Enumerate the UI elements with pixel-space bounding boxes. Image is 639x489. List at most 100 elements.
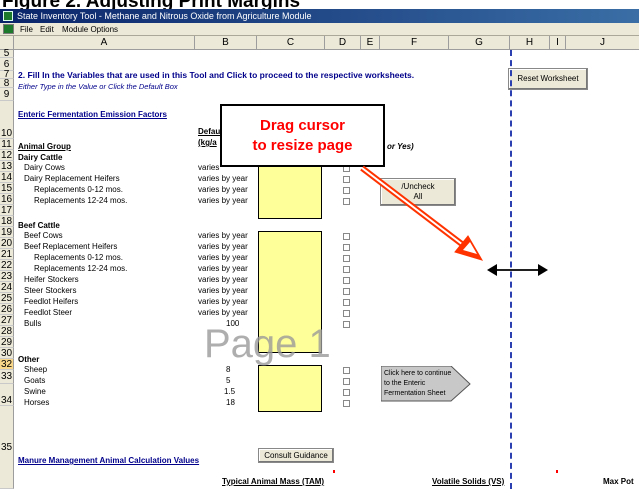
instructions-heading: 2. Fill In the Variables that are used i…	[18, 70, 415, 80]
row-header-21[interactable]: 21	[0, 249, 14, 260]
row-header-12[interactable]: 12	[0, 150, 14, 161]
row-header-27[interactable]: 27	[0, 315, 14, 326]
workbook-icon[interactable]	[3, 24, 14, 34]
row-header-17[interactable]: 17	[0, 205, 14, 216]
default-checkbox[interactable]	[343, 288, 350, 295]
group-other: Other	[18, 355, 40, 364]
default-checkbox[interactable]	[343, 389, 350, 396]
row-header-26[interactable]: 26	[0, 304, 14, 315]
row-header-23[interactable]: 23	[0, 271, 14, 282]
default-checkbox[interactable]	[343, 176, 350, 183]
col-animal-group-header: Animal Group	[18, 142, 71, 151]
menu-module-options[interactable]: Module Options	[62, 23, 118, 36]
row-header-19[interactable]: 19	[0, 227, 14, 238]
default-checkbox[interactable]	[343, 233, 350, 240]
default-checkbox[interactable]	[343, 244, 350, 251]
consult-guidance-button[interactable]: Consult Guidance	[258, 448, 334, 463]
comment-indicator	[556, 470, 558, 473]
default-value: varies by year	[198, 286, 248, 295]
check-button-line2: All	[413, 192, 423, 201]
col-header-h[interactable]: H	[510, 36, 550, 50]
row-header-9[interactable]: 9	[0, 88, 14, 101]
window-title: State Inventory Tool - Methane and Nitro…	[17, 11, 312, 21]
row-header-29[interactable]: 29	[0, 337, 14, 348]
animal-name: Replacements 12-24 mos.	[34, 264, 128, 273]
row-header-32[interactable]: 32	[0, 359, 14, 370]
row-header-11[interactable]: 11	[0, 139, 14, 150]
input-block-dairy[interactable]	[258, 163, 322, 219]
row-header-18[interactable]: 18	[0, 216, 14, 227]
default-value: varies by year	[198, 242, 248, 251]
row-header-28[interactable]: 28	[0, 326, 14, 337]
continue-line3: Fermentation Sheet	[384, 390, 446, 397]
animal-name: Replacements 0-12 mos.	[34, 185, 123, 194]
row-header-24[interactable]: 24	[0, 282, 14, 293]
default-checkbox[interactable]	[343, 310, 350, 317]
excel-app-icon	[3, 11, 13, 21]
row-header-14[interactable]: 14	[0, 172, 14, 183]
animal-name: Swine	[24, 387, 46, 396]
group-beef: Beef Cattle	[18, 221, 60, 230]
menu-edit[interactable]: Edit	[40, 23, 54, 36]
row-header-30[interactable]: 30	[0, 348, 14, 359]
header-max-pot: Max Pot	[603, 477, 634, 486]
col-header-g[interactable]: G	[449, 36, 510, 50]
row-header-5[interactable]: 5	[0, 49, 14, 59]
row-header-15[interactable]: 15	[0, 183, 14, 194]
row-header-8[interactable]: 8	[0, 79, 14, 89]
col-header-e[interactable]: E	[361, 36, 380, 50]
default-value: 1.5	[224, 387, 236, 396]
animal-name: Replacements 12-24 mos.	[34, 196, 128, 205]
row-header-10[interactable]: 10	[0, 101, 14, 139]
animal-name: Dairy Cows	[24, 163, 65, 172]
animal-name: Feedlot Steer	[24, 308, 73, 317]
col-header-d[interactable]: D	[325, 36, 361, 50]
continue-line2: to the Enteric	[384, 380, 426, 387]
animal-name: Bulls	[24, 319, 42, 328]
default-checkbox[interactable]	[343, 266, 350, 273]
default-checkbox[interactable]	[343, 378, 350, 385]
row-header-33[interactable]: 33	[0, 370, 14, 384]
continue-line1: Click here to continue	[384, 370, 452, 377]
input-block-other[interactable]	[258, 365, 322, 412]
menu-file[interactable]: File	[20, 23, 33, 36]
row-header-25[interactable]: 25	[0, 293, 14, 304]
continue-enteric-button[interactable]: Click here to continue to the Enteric Fe…	[381, 366, 471, 402]
callout-line1: Drag cursor	[259, 117, 346, 134]
animal-name: Beef Cows	[24, 231, 63, 240]
default-checkbox[interactable]	[343, 255, 350, 262]
default-checkbox[interactable]	[343, 299, 350, 306]
default-value: varies by year	[198, 174, 248, 183]
default-value: varies by year	[198, 308, 248, 317]
group-dairy: Dairy Cattle	[18, 153, 63, 162]
section-manure-link[interactable]: Manure Management Animal Calculation Val…	[18, 456, 199, 465]
default-checkbox[interactable]	[343, 367, 350, 374]
col-header-f[interactable]: F	[380, 36, 449, 50]
col-header-c[interactable]: C	[257, 36, 325, 50]
animal-name: Replacements 0-12 mos.	[34, 253, 123, 262]
check-uncheck-all-button[interactable]: /Uncheck All	[380, 178, 456, 206]
default-value: varies by year	[198, 231, 248, 240]
default-checkbox[interactable]	[343, 198, 350, 205]
col-header-b[interactable]: B	[195, 36, 257, 50]
default-checkbox[interactable]	[343, 321, 350, 328]
section-enteric-link[interactable]: Enteric Fermentation Emission Factors	[18, 110, 167, 119]
row-header-20[interactable]: 20	[0, 238, 14, 249]
row-header-35[interactable]: 35	[0, 406, 14, 489]
col-header-j[interactable]: J	[566, 36, 639, 50]
col-header-i[interactable]: I	[550, 36, 566, 50]
reset-worksheet-button[interactable]: Reset Worksheet	[508, 68, 588, 90]
row-header-34[interactable]: 34	[0, 384, 14, 406]
default-checkbox[interactable]	[343, 187, 350, 194]
page-break-line[interactable]	[510, 50, 512, 489]
window-titlebar: State Inventory Tool - Methane and Nitro…	[0, 9, 639, 23]
row-header-13[interactable]: 13	[0, 161, 14, 172]
default-checkbox[interactable]	[343, 277, 350, 284]
col-header-a[interactable]: A	[14, 36, 195, 50]
row-header-16[interactable]: 16	[0, 194, 14, 205]
default-checkbox[interactable]	[343, 400, 350, 407]
column-header-bar: A B C D E F G H I J	[0, 36, 639, 50]
col-yes-fragment: or Yes)	[387, 142, 414, 151]
check-button-line1: /Uncheck	[401, 182, 435, 191]
row-header-22[interactable]: 22	[0, 260, 14, 271]
